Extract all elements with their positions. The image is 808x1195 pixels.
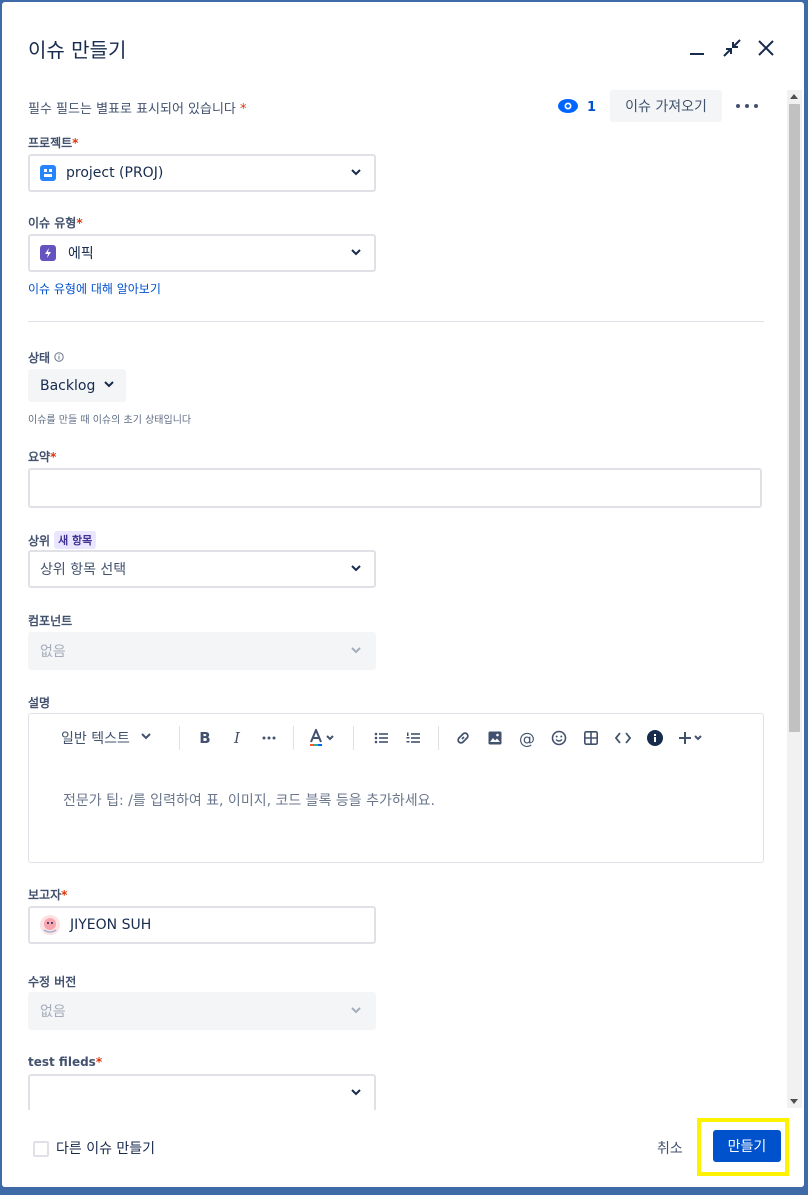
issue-type-label: 이슈 유형* — [28, 216, 83, 230]
components-label: 컴포넌트 — [28, 614, 73, 628]
italic-icon[interactable]: I — [225, 726, 249, 750]
close-icon[interactable] — [754, 36, 778, 60]
create-another-checkbox[interactable] — [33, 1141, 49, 1157]
shrink-icon[interactable] — [720, 36, 744, 60]
toolbar-divider — [438, 726, 439, 750]
form-scrollbar[interactable] — [787, 90, 802, 1108]
section-divider — [28, 321, 764, 322]
chevron-down-icon — [350, 644, 362, 660]
issue-type-value: 에픽 — [68, 246, 94, 262]
description-editor[interactable]: 일반 텍스트 B I @ 전문가 팁: /를 입력하여 표, 이미지, 코드 블… — [28, 713, 764, 863]
issue-type-select[interactable]: 에픽 — [28, 234, 376, 272]
description-label: 설명 — [28, 696, 51, 710]
fix-version-select: 없음 — [28, 992, 376, 1030]
scroll-down-icon[interactable] — [790, 1099, 798, 1104]
image-icon[interactable] — [483, 726, 507, 750]
mention-icon[interactable]: @ — [515, 726, 539, 750]
test-field-label: test fileds* — [28, 1055, 103, 1069]
bullet-list-icon[interactable] — [369, 726, 393, 750]
summary-input[interactable] — [28, 468, 762, 508]
chevron-down-icon — [350, 562, 362, 578]
summary-label: 요약* — [28, 450, 57, 464]
status-label: 상태 — [28, 349, 64, 366]
form-scroll-area[interactable]: 필수 필드는 별표로 표시되어 있습니다 * 1 이슈 가져오기 프로젝트* p… — [2, 82, 804, 1110]
issue-type-learn-more-link[interactable]: 이슈 유형에 대해 알아보기 — [28, 280, 161, 297]
toolbar-divider — [353, 726, 354, 750]
components-select: 없음 — [28, 632, 376, 670]
chevron-down-icon — [350, 1004, 362, 1020]
parent-label: 상위 새 항목 — [28, 531, 97, 549]
highlight-box — [697, 1118, 789, 1176]
status-value: Backlog — [40, 377, 96, 394]
toolbar-divider — [293, 726, 294, 750]
reporter-label: 보고자* — [28, 888, 68, 902]
status-help-text: 이슈를 만들 때 이슈의 초기 상태입니다 — [28, 415, 192, 426]
project-select[interactable]: project (PROJ) — [28, 154, 376, 192]
test-field-select[interactable] — [28, 1074, 376, 1110]
table-icon[interactable] — [579, 726, 603, 750]
chevron-down-icon — [350, 166, 362, 182]
required-note: 필수 필드는 별표로 표시되어 있습니다 * — [28, 102, 247, 117]
cancel-button[interactable]: 취소 — [657, 1138, 683, 1158]
parent-select[interactable]: 상위 항목 선택 — [28, 550, 376, 588]
bold-icon[interactable]: B — [193, 726, 217, 750]
minimize-icon[interactable] — [685, 36, 709, 60]
more-formatting-icon[interactable] — [257, 726, 281, 750]
reporter-value: JIYEON SUH — [70, 917, 152, 933]
watchers-count: 1 — [587, 100, 597, 115]
chevron-down-icon — [103, 378, 115, 394]
reporter-select[interactable]: JIYEON SUH — [28, 906, 376, 944]
numbered-list-icon[interactable] — [401, 726, 425, 750]
scroll-up-icon[interactable] — [790, 94, 798, 99]
modal-title: 이슈 만들기 — [28, 38, 127, 62]
more-actions-icon[interactable] — [736, 98, 758, 114]
text-style-dropdown[interactable]: 일반 텍스트 — [61, 726, 161, 750]
info-panel-icon[interactable] — [643, 726, 667, 750]
info-icon[interactable] — [54, 351, 64, 365]
scrollbar-thumb[interactable] — [789, 104, 800, 732]
description-placeholder: 전문가 팁: /를 입력하여 표, 이미지, 코드 블록 등을 추가하세요. — [63, 793, 435, 809]
project-value: project (PROJ) — [66, 165, 164, 181]
text-style-value: 일반 텍스트 — [61, 731, 130, 747]
components-placeholder: 없음 — [40, 644, 66, 660]
parent-placeholder: 상위 항목 선택 — [40, 562, 127, 578]
import-issues-button[interactable]: 이슈 가져오기 — [610, 90, 722, 122]
toolbar-divider — [179, 726, 180, 750]
status-dropdown[interactable]: Backlog — [28, 369, 126, 402]
watch-button[interactable]: 1 — [558, 98, 596, 117]
emoji-icon[interactable] — [547, 726, 571, 750]
chevron-down-icon — [350, 246, 362, 262]
text-color-icon[interactable] — [305, 726, 341, 750]
chevron-down-icon — [350, 1086, 362, 1102]
fix-version-label: 수정 버전 — [28, 975, 77, 989]
create-another-label[interactable]: 다른 이슈 만들기 — [56, 1138, 155, 1158]
avatar — [40, 915, 60, 935]
fix-version-placeholder: 없음 — [40, 1004, 66, 1020]
project-icon — [40, 165, 56, 181]
chevron-down-icon — [140, 730, 152, 746]
new-badge: 새 항목 — [54, 531, 97, 549]
create-issue-modal: 이슈 만들기 필수 필드는 별표로 표시되어 있습니다 * 1 이슈 가져오기 — [2, 2, 804, 1187]
project-label: 프로젝트* — [28, 136, 79, 150]
link-icon[interactable] — [451, 726, 475, 750]
epic-icon — [40, 245, 56, 261]
insert-more-icon[interactable] — [677, 726, 709, 750]
eye-icon — [558, 98, 578, 117]
code-icon[interactable] — [611, 726, 635, 750]
